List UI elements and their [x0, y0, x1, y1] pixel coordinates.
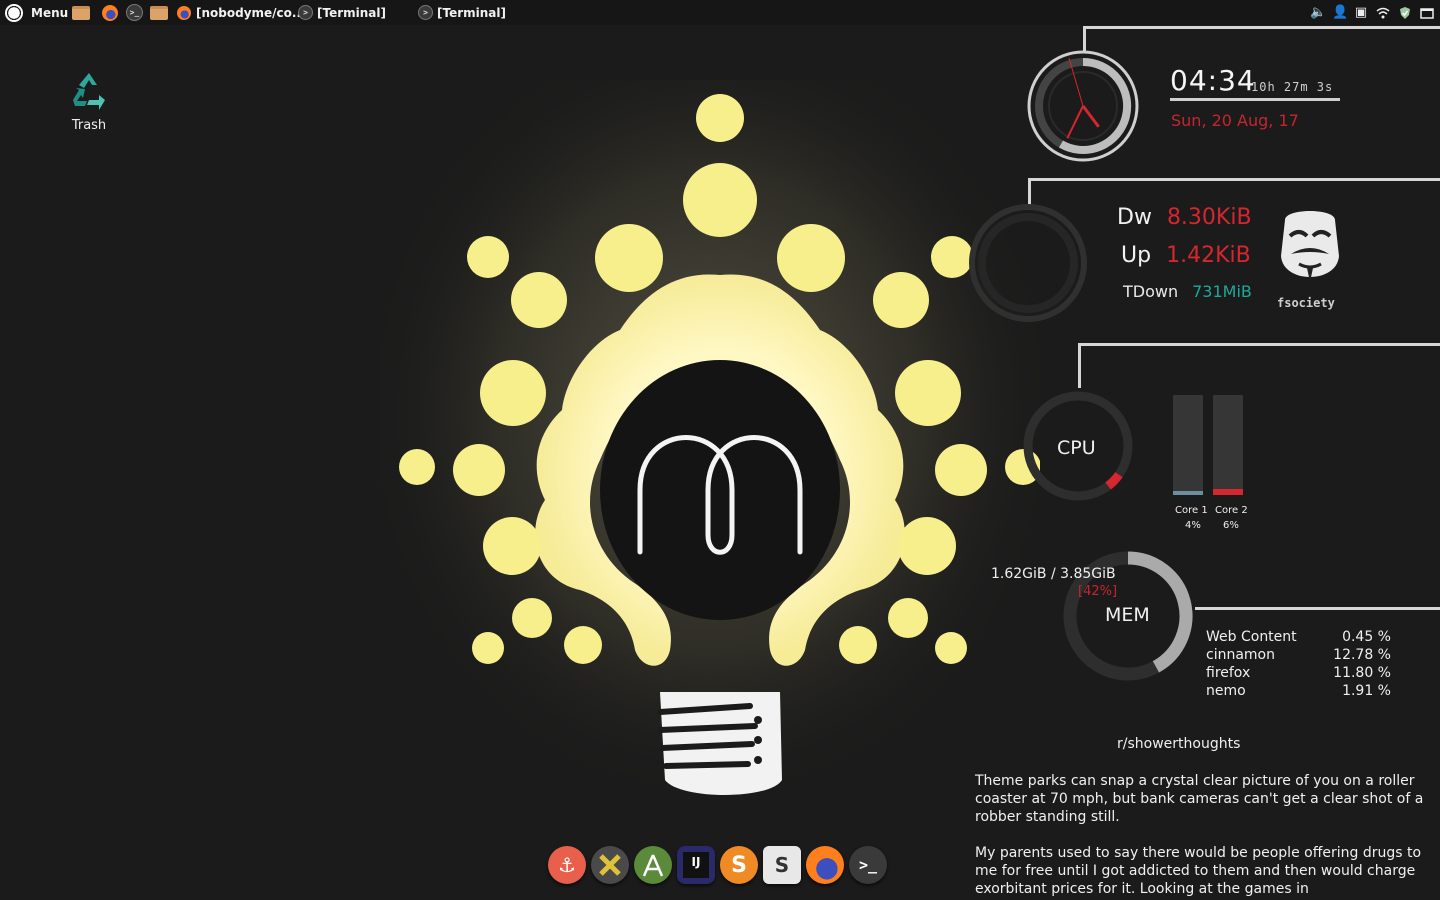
window-icon[interactable] [1420, 6, 1434, 20]
trash-label: Trash [71, 118, 107, 133]
conky-line [1078, 343, 1081, 388]
process-cpu: 0.45 % [1342, 629, 1391, 645]
wifi-icon[interactable] [1376, 6, 1390, 20]
clock-underline [1170, 98, 1340, 101]
process-cpu: 1.91 % [1342, 683, 1391, 699]
volume-icon[interactable]: 🔈 [1310, 5, 1326, 20]
firefox-icon[interactable] [806, 846, 844, 884]
launcher-files[interactable] [72, 0, 90, 25]
total-download: TDown 731MiB [1123, 282, 1252, 301]
process-list: Web Content 0.45 % cinnamon 12.78 % firefo… [1206, 628, 1391, 700]
upload-speed: Up 1.42KiB [1121, 243, 1251, 268]
recycle-icon [73, 73, 105, 110]
analog-clock [1027, 50, 1139, 162]
process-cpu: 12.78 % [1333, 647, 1391, 663]
total-download-key: TDown [1123, 282, 1179, 301]
total-download-value: 731MiB [1192, 282, 1252, 301]
window-title: [Terminal] [317, 5, 386, 20]
core-2-pct: 6% [1223, 520, 1239, 531]
window-button-firefox[interactable]: [nobodyme/co... [177, 0, 306, 25]
terminal-icon: >_ [126, 4, 143, 21]
upload-key: Up [1121, 243, 1152, 268]
conky-line [1078, 343, 1440, 346]
uptime: 10h 27m 3s [1251, 80, 1334, 94]
system-tray: 🔈 👤 ▣ [1310, 0, 1434, 25]
core-1-name: Core 1 [1175, 505, 1208, 516]
window-title: [nobodyme/co... [196, 5, 306, 20]
process-row: nemo 1.91 % [1206, 682, 1391, 700]
folder-icon [72, 5, 90, 20]
slack-icon[interactable]: S [763, 846, 801, 884]
cpu-label: CPU [1057, 437, 1096, 459]
window-button-terminal-2[interactable]: > [Terminal] [418, 0, 506, 25]
window-button-terminal-1[interactable]: > [Terminal] [298, 0, 386, 25]
process-name: nemo [1206, 683, 1246, 699]
cpu-usage-arc [1105, 471, 1123, 490]
firefox-icon [102, 4, 118, 21]
terminal-icon: > [298, 5, 313, 20]
conky-line [1028, 178, 1440, 181]
trash-desktop-icon[interactable]: Trash [58, 70, 120, 133]
anchor-app-icon[interactable]: ⚓ [548, 846, 586, 884]
soccer-ball-icon [5, 3, 23, 22]
conky-line [1028, 178, 1031, 205]
terminal-icon: > [418, 5, 433, 20]
core-1-pct: 4% [1185, 520, 1201, 531]
clock-date: Sun, 20 Aug, 17 [1171, 111, 1299, 130]
launcher-terminal[interactable]: >_ [126, 0, 143, 25]
xampp-app-icon[interactable] [591, 846, 629, 884]
folder-icon [150, 5, 168, 20]
display-icon[interactable]: ▣ [1354, 5, 1368, 20]
fsociety-mask-icon [1281, 211, 1339, 282]
sublime-text-icon[interactable]: S [720, 846, 758, 884]
clock-time: 04:34 [1170, 64, 1256, 97]
core-1-bar [1173, 395, 1203, 495]
firefox-icon [177, 5, 191, 20]
process-name: cinnamon [1206, 647, 1275, 663]
download-speed: Dw 8.30KiB [1117, 205, 1252, 230]
android-studio-icon[interactable] [634, 846, 672, 884]
core-1-fill [1173, 491, 1203, 495]
dock: ⚓ IJ S S >_ [548, 846, 887, 884]
network-ring [969, 204, 1087, 322]
reddit-title: r/showerthoughts [1117, 736, 1241, 752]
upload-value: 1.42KiB [1166, 243, 1251, 268]
process-row: Web Content 0.45 % [1206, 628, 1391, 646]
top-panel: Menu >_ [nobodyme/co... > [Terminal] > [… [0, 0, 1440, 25]
fsociety-text: fsociety [1277, 296, 1335, 310]
core-2-name: Core 2 [1215, 505, 1248, 516]
core-2-bar [1213, 395, 1243, 495]
download-key: Dw [1117, 205, 1152, 230]
process-name: Web Content [1206, 629, 1297, 645]
user-icon[interactable]: 👤 [1332, 5, 1348, 20]
memory-used: 1.62GiB / 3.85GiB [991, 566, 1116, 582]
reddit-post: Theme parks can snap a crystal clear pic… [975, 773, 1424, 825]
process-cpu: 11.80 % [1333, 665, 1391, 681]
launcher-firefox[interactable] [102, 0, 118, 25]
wallpaper-lightbulb [380, 80, 1040, 820]
process-row: cinnamon 12.78 % [1206, 646, 1391, 664]
bulb-base [657, 692, 782, 795]
menu-button[interactable]: Menu [5, 0, 68, 25]
memory-percent: [42%] [1078, 584, 1118, 599]
process-row: firefox 11.80 % [1206, 664, 1391, 682]
conky-line [1195, 607, 1440, 610]
window-title: [Terminal] [437, 5, 506, 20]
menu-label: Menu [31, 5, 69, 20]
launcher-folder[interactable] [150, 0, 168, 25]
shield-icon[interactable] [1398, 6, 1412, 20]
intellij-icon[interactable]: IJ [677, 846, 715, 884]
terminal-icon[interactable]: >_ [849, 846, 887, 884]
reddit-post: My parents used to say there would be pe… [975, 845, 1422, 897]
core-2-fill [1213, 489, 1243, 495]
process-name: firefox [1206, 665, 1251, 681]
conky-line [1083, 26, 1440, 29]
memory-label: MEM [1105, 604, 1150, 626]
download-value: 8.30KiB [1166, 205, 1252, 230]
hour-hand [1081, 105, 1100, 128]
minute-hand [1066, 105, 1084, 139]
